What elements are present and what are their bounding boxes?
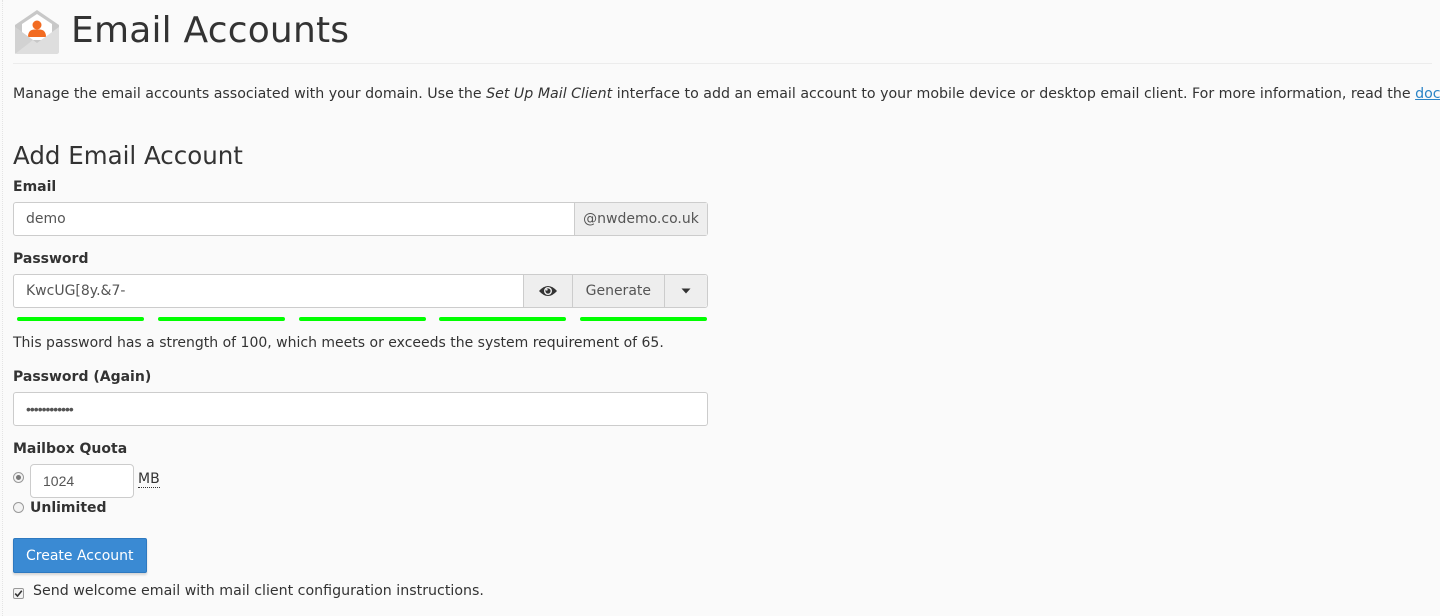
generate-options-dropdown[interactable] bbox=[664, 275, 707, 307]
password-again-input[interactable] bbox=[14, 393, 707, 425]
password-input[interactable] bbox=[14, 275, 523, 307]
strength-segment bbox=[298, 317, 426, 321]
page-description: Manage the email accounts associated wit… bbox=[13, 84, 1440, 104]
strength-segment bbox=[580, 317, 707, 321]
email-input-group: @nwdemo.co.uk bbox=[13, 202, 708, 236]
password-again-field bbox=[13, 392, 708, 426]
page-left-border bbox=[2, 0, 3, 616]
quota-input[interactable] bbox=[31, 465, 133, 497]
welcome-email-label[interactable]: Send welcome email with mail client conf… bbox=[33, 583, 484, 599]
header-divider bbox=[13, 63, 1432, 64]
caret-down-icon bbox=[681, 288, 691, 294]
password-again-label: Password (Again) bbox=[13, 369, 152, 385]
description-text: interface to add an email account to you… bbox=[612, 86, 1416, 102]
quota-unlimited-label[interactable]: Unlimited bbox=[30, 500, 107, 516]
generate-password-button[interactable]: Generate bbox=[571, 275, 664, 307]
password-strength-meter bbox=[17, 317, 707, 321]
password-input-group: Generate bbox=[13, 274, 708, 308]
page-header: Email Accounts bbox=[13, 6, 349, 56]
strength-segment bbox=[157, 317, 285, 321]
add-email-account-heading: Add Email Account bbox=[13, 141, 243, 170]
quota-unit: MB bbox=[138, 471, 160, 488]
quota-limited-radio[interactable] bbox=[13, 472, 24, 483]
checkmark-icon bbox=[14, 590, 23, 598]
mailbox-quota-label: Mailbox Quota bbox=[13, 441, 128, 457]
set-up-mail-client-reference: Set Up Mail Client bbox=[486, 86, 613, 102]
quota-unlimited-radio[interactable] bbox=[13, 502, 24, 513]
documentation-link[interactable]: documentation bbox=[1415, 86, 1440, 102]
password-strength-message: This password has a strength of 100, whi… bbox=[13, 335, 664, 351]
email-accounts-icon bbox=[15, 10, 59, 54]
email-domain-suffix: @nwdemo.co.uk bbox=[574, 203, 707, 235]
eye-icon bbox=[538, 286, 557, 296]
password-label: Password bbox=[13, 251, 89, 267]
description-text: Manage the email accounts associated wit… bbox=[13, 86, 487, 102]
strength-segment bbox=[17, 317, 144, 321]
create-account-button[interactable]: Create Account bbox=[13, 538, 147, 573]
quota-field bbox=[30, 464, 134, 498]
strength-segment bbox=[439, 317, 567, 321]
page-title: Email Accounts bbox=[71, 10, 350, 51]
welcome-email-checkbox[interactable] bbox=[13, 588, 24, 599]
email-input[interactable] bbox=[14, 203, 574, 235]
show-password-button[interactable] bbox=[522, 275, 572, 307]
email-label: Email bbox=[13, 179, 57, 195]
